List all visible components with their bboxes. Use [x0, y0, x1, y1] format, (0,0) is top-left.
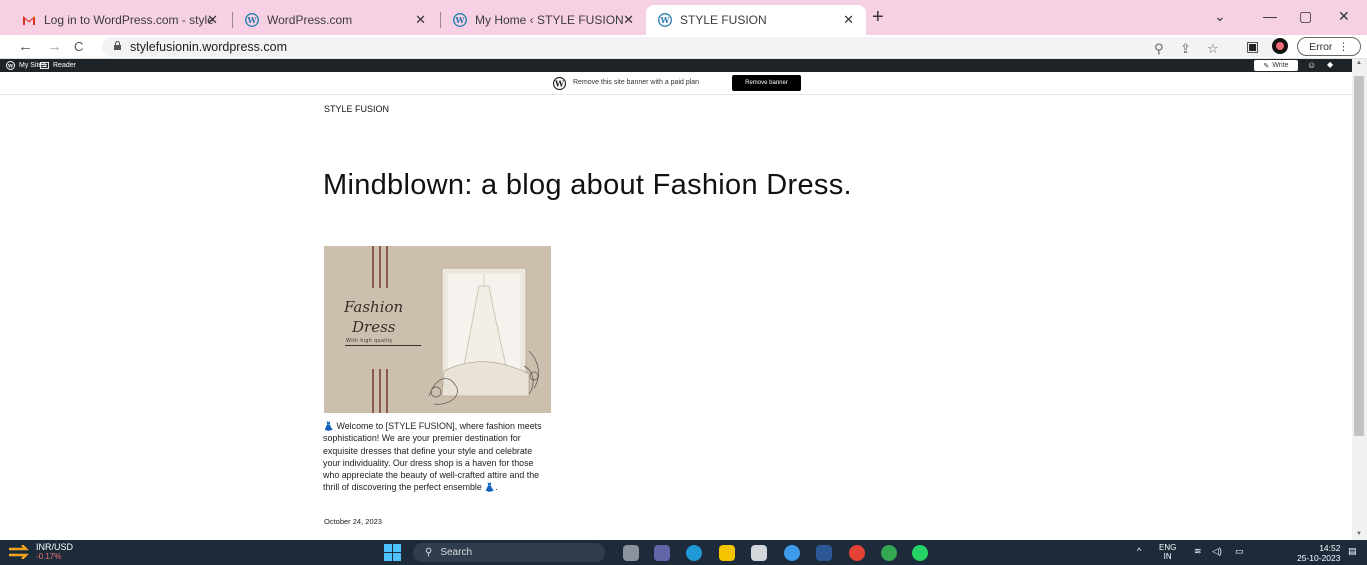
wordpress-icon: W: [658, 13, 672, 27]
notifications-icon[interactable]: ◆: [1327, 60, 1333, 69]
write-button[interactable]: ✎ Write: [1254, 60, 1298, 71]
image-script-line1: Fashion: [344, 298, 404, 316]
reader-link[interactable]: Reader: [40, 61, 76, 70]
tab-gmail-login[interactable]: Log in to WordPress.com - style ✕: [10, 5, 230, 35]
chrome-profile-icon[interactable]: [881, 545, 897, 561]
forward-button[interactable]: →: [47, 38, 62, 55]
close-window-button[interactable]: ✕: [1338, 8, 1350, 25]
language-label: ENG: [1159, 543, 1177, 552]
wordpress-icon: W: [6, 61, 15, 70]
maximize-button[interactable]: ▢: [1299, 8, 1312, 25]
search-label: Search: [440, 547, 473, 558]
teams-icon[interactable]: [654, 545, 670, 561]
tab-wordpress[interactable]: W WordPress.com ✕: [233, 5, 438, 35]
site-banner: W Remove this site banner with a paid pl…: [0, 72, 1352, 95]
volume-icon[interactable]: ◁): [1212, 546, 1222, 557]
address-bar[interactable]: stylefusionin.wordpress.com ⚲ ⇪ ☆: [102, 37, 1282, 57]
task-view-icon[interactable]: [623, 545, 639, 561]
site-title[interactable]: STYLE FUSION: [324, 104, 389, 114]
chrome-icon[interactable]: [849, 545, 865, 561]
file-explorer-icon[interactable]: [719, 545, 735, 561]
error-button[interactable]: Error ⋮: [1297, 37, 1361, 56]
page-scrollbar[interactable]: ▲ ▼: [1352, 59, 1367, 540]
reload-button[interactable]: C: [74, 39, 83, 54]
profile-avatar[interactable]: [1272, 38, 1288, 54]
image-tagline: With high quality: [346, 338, 393, 344]
close-tab-icon[interactable]: ✕: [207, 12, 218, 28]
star-icon[interactable]: ☆: [1207, 41, 1219, 57]
scrollbar-thumb[interactable]: [1354, 76, 1364, 436]
reader-icon: [40, 62, 49, 69]
windows-taskbar: INR/USD -0.17% ⚲ Search ^ ENG IN ≋ ◁) ▭ …: [0, 540, 1367, 565]
svg-text:W: W: [7, 64, 14, 70]
taskbar-search[interactable]: ⚲ Search: [413, 543, 605, 562]
ie-icon[interactable]: [784, 545, 800, 561]
banner-text: Remove this site banner with a paid plan: [573, 79, 700, 86]
back-button[interactable]: ←: [18, 38, 33, 55]
write-label: Write: [1272, 62, 1289, 69]
tab-style-fusion[interactable]: W STYLE FUSION ✕: [646, 5, 866, 35]
user-avatar-icon[interactable]: ☺: [1307, 60, 1316, 70]
share-icon[interactable]: ⇪: [1180, 41, 1191, 57]
currency-widget[interactable]: INR/USD -0.17%: [8, 543, 73, 561]
close-tab-icon[interactable]: ✕: [843, 12, 854, 28]
wordpress-icon: W: [453, 13, 467, 27]
menu-icon[interactable]: ⋮: [1338, 41, 1349, 53]
url-text[interactable]: stylefusionin.wordpress.com: [130, 40, 287, 54]
wp-admin-bar: W My Sites Reader ✎ Write ☺ ◆: [0, 59, 1367, 72]
scroll-up-arrow-icon[interactable]: ▲: [1356, 60, 1362, 66]
tray-overflow-icon[interactable]: ^: [1137, 546, 1141, 556]
windows-start-icon[interactable]: [384, 544, 401, 561]
close-tab-icon[interactable]: ✕: [623, 12, 634, 28]
svg-text:W: W: [455, 15, 466, 25]
ticker-label: INR/USD: [36, 542, 74, 552]
minimize-button[interactable]: —: [1263, 8, 1277, 24]
tab-title: My Home ‹ STYLE FUSION — W: [475, 13, 625, 27]
store-icon[interactable]: [751, 545, 767, 561]
edge-icon[interactable]: [686, 545, 702, 561]
tab-search-dropdown-icon[interactable]: ⌄: [1214, 8, 1226, 25]
notification-center-icon[interactable]: ▤: [1348, 546, 1357, 557]
clock-date: 25-10-2023: [1297, 553, 1341, 563]
image-divider: [345, 345, 421, 346]
svg-text:W: W: [247, 15, 258, 25]
clock-time: 14:52: [1319, 543, 1341, 553]
sidepanel-icon[interactable]: ▣: [1246, 38, 1259, 55]
word-icon[interactable]: [816, 545, 832, 561]
page-title: Mindblown: a blog about Fashion Dress.: [323, 169, 852, 201]
zoom-icon[interactable]: ⚲: [1154, 41, 1164, 57]
search-icon: ⚲: [425, 547, 433, 558]
new-tab-button[interactable]: +: [872, 6, 884, 29]
region-label: IN: [1163, 552, 1172, 561]
post-excerpt: 👗 Welcome to [STYLE FUSION], where fashi…: [323, 421, 542, 493]
error-label: Error: [1309, 40, 1333, 53]
pencil-icon: ✎: [1263, 62, 1270, 70]
close-tab-icon[interactable]: ✕: [415, 12, 426, 28]
post-date[interactable]: October 24, 2023: [324, 517, 382, 526]
tab-title: WordPress.com: [267, 13, 353, 27]
battery-icon[interactable]: ▭: [1235, 546, 1244, 557]
remove-banner-button[interactable]: Remove banner: [732, 75, 801, 91]
tab-title: STYLE FUSION: [680, 13, 767, 27]
svg-text:W: W: [660, 15, 671, 25]
wordpress-logo-icon: W: [553, 77, 566, 90]
image-script-line2: Dress: [352, 318, 396, 336]
wifi-icon[interactable]: ≋: [1194, 546, 1202, 557]
reader-label: Reader: [53, 62, 76, 69]
tab-my-home[interactable]: W My Home ‹ STYLE FUSION — W ✕: [441, 5, 646, 35]
language-indicator[interactable]: ENG IN: [1159, 543, 1176, 561]
browser-tab-strip: Log in to WordPress.com - style ✕ W Word…: [0, 0, 1367, 35]
scroll-down-arrow-icon[interactable]: ▼: [1356, 531, 1362, 537]
tab-title: Log in to WordPress.com - style: [44, 13, 214, 27]
lock-icon[interactable]: [114, 41, 121, 50]
wordpress-icon: W: [245, 13, 259, 27]
ticker-change: -0.17%: [36, 552, 62, 561]
whatsapp-icon[interactable]: [912, 545, 928, 561]
currency-trend-icon: [9, 545, 30, 559]
system-clock[interactable]: 14:52 25-10-2023: [1297, 543, 1340, 563]
post-featured-image[interactable]: Fashion Dress With high quality: [324, 246, 551, 413]
svg-text:W: W: [554, 79, 565, 89]
browser-toolbar: ← → C stylefusionin.wordpress.com ⚲ ⇪ ☆ …: [0, 35, 1367, 59]
gmail-icon: [22, 13, 36, 27]
